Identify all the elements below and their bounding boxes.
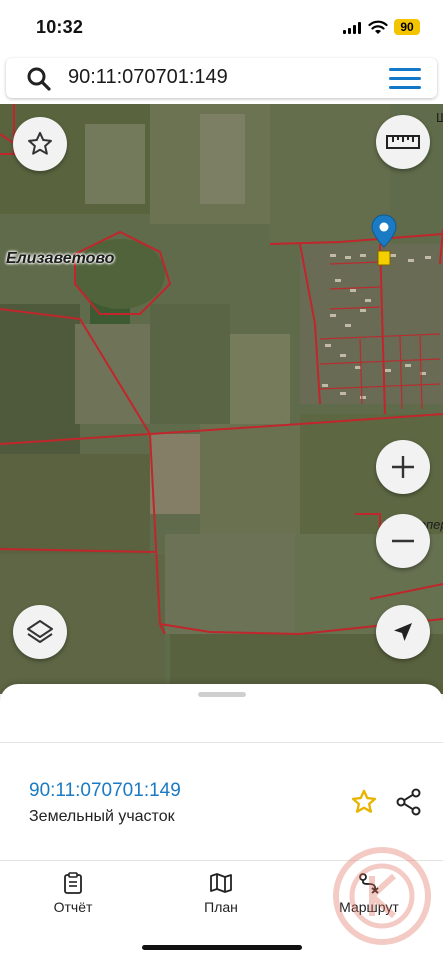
sheet-grabber[interactable] (198, 692, 246, 697)
star-outline-icon (28, 131, 52, 155)
minus-icon (392, 539, 414, 543)
map-icon (210, 873, 232, 893)
search-input[interactable]: 90:11:070701:149 (68, 66, 228, 89)
report-icon (64, 872, 82, 894)
zoom-out-button[interactable] (376, 514, 430, 568)
layers-button[interactable] (13, 605, 67, 659)
map-terrain: Ш Красноперекопск (0, 104, 443, 694)
divider (0, 742, 443, 743)
status-time: 10:32 (36, 17, 84, 37)
tab-report[interactable]: Отчёт (18, 872, 128, 915)
village-label: Елизаветово (6, 250, 115, 267)
home-indicator[interactable] (142, 945, 302, 950)
hamburger-menu-icon[interactable] (389, 68, 421, 90)
battery-indicator: 90 (394, 19, 420, 35)
ruler-icon (386, 135, 420, 149)
status-bar: 10:32 90 (0, 0, 443, 56)
navigation-arrow-icon (394, 623, 412, 641)
search-bar[interactable]: 90:11:070701:149 (6, 58, 437, 98)
tab-plan[interactable]: План (166, 872, 276, 915)
wifi-icon (368, 20, 388, 34)
share-icon[interactable] (396, 788, 422, 816)
layers-icon (27, 620, 53, 643)
search-icon (27, 67, 51, 91)
location-pin-icon[interactable] (371, 214, 397, 266)
star-icon[interactable] (350, 788, 378, 816)
satellite-map[interactable]: Ш Красноперекопск Елизаветово (0, 104, 443, 694)
ruler-button[interactable] (376, 115, 430, 169)
cellular-signal-icon (343, 22, 361, 34)
tab-plan-label: План (204, 899, 238, 915)
tab-report-label: Отчёт (53, 899, 93, 915)
parcel-number[interactable]: 90:11:070701:149 (29, 780, 181, 802)
zoom-in-button[interactable] (376, 440, 430, 494)
parcel-type: Земельный участок (29, 808, 175, 825)
my-location-button[interactable] (376, 605, 430, 659)
favorites-button[interactable] (13, 117, 67, 171)
road-label-top: Ш (436, 110, 443, 125)
plus-icon (392, 456, 414, 478)
cian-watermark-logo (333, 847, 431, 945)
